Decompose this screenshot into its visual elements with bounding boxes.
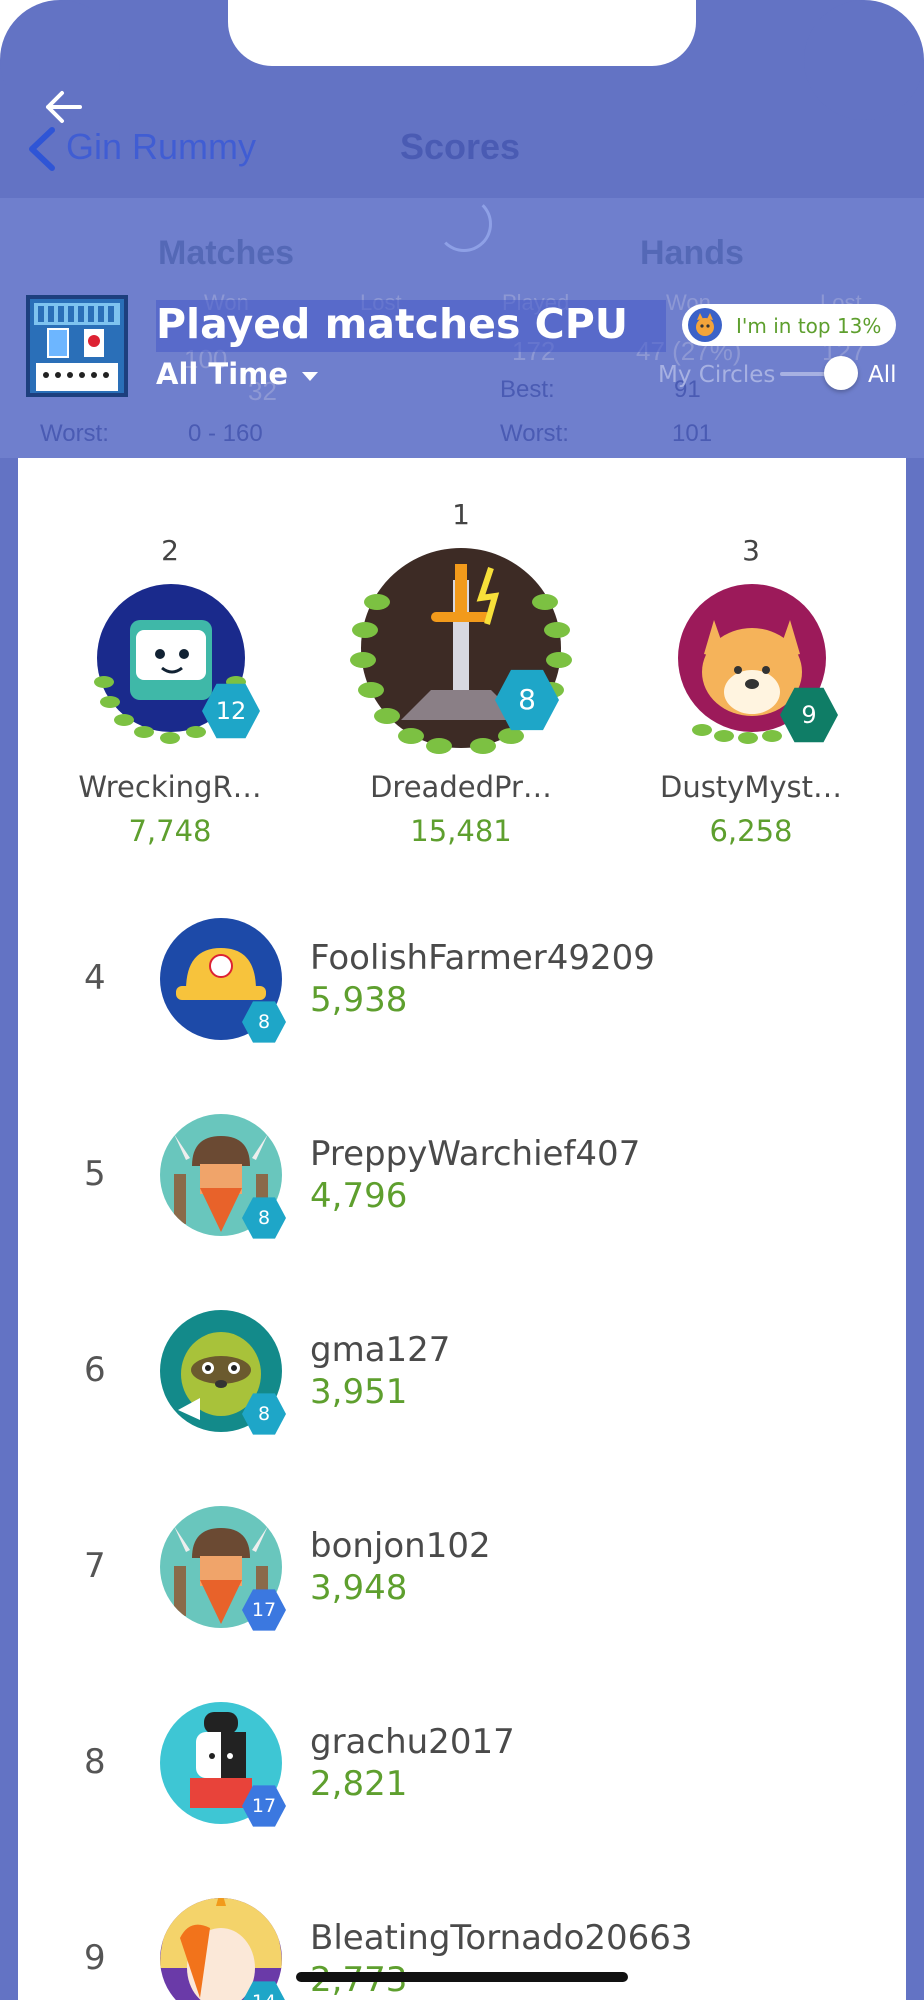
matches-heading: Matches bbox=[158, 234, 295, 272]
home-indicator[interactable] bbox=[296, 1972, 628, 1982]
hands-heading: Hands bbox=[640, 234, 744, 272]
row-rank: 7 bbox=[84, 1546, 106, 1586]
podium-name: DreadedPr… bbox=[370, 770, 552, 804]
period-label[interactable]: All Time bbox=[156, 357, 288, 391]
top-percent-badge[interactable]: I'm in top 13% bbox=[682, 304, 896, 346]
row-name: gma127 bbox=[310, 1330, 451, 1370]
row-name: bonjon102 bbox=[310, 1526, 491, 1566]
toggle-all-label[interactable]: All bbox=[868, 362, 897, 388]
podium-avatar-3[interactable]: 9 bbox=[672, 580, 852, 750]
game-thumbnail-icon bbox=[26, 295, 128, 397]
podium-rank: 2 bbox=[161, 534, 179, 567]
user-avatar-icon bbox=[688, 308, 722, 342]
list-item[interactable]: 9 14 BleatingTornado20663 2,773 bbox=[0, 1882, 924, 2000]
worst-label: Worst: bbox=[40, 420, 109, 447]
worst-matches-value: 0 - 160 bbox=[188, 420, 263, 447]
podium-avatar-1[interactable]: 8 bbox=[341, 540, 581, 760]
row-rank: 6 bbox=[84, 1350, 106, 1390]
row-name: FoolishFarmer49209 bbox=[310, 938, 655, 978]
list-item[interactable]: 6 8 gma127 3,951 bbox=[0, 1294, 924, 1474]
list-item[interactable]: 7 17 bonjon102 3,948 bbox=[0, 1490, 924, 1670]
row-rank: 8 bbox=[84, 1742, 106, 1782]
row-score: 5,938 bbox=[310, 980, 408, 1020]
list-item[interactable]: 4 8 FoolishFarmer49209 5,938 bbox=[0, 902, 924, 1082]
screen-corner-left bbox=[0, 0, 120, 120]
leaderboard-title: Played matches CPU bbox=[156, 300, 629, 348]
back-label[interactable]: Gin Rummy bbox=[66, 126, 256, 168]
row-name: grachu2017 bbox=[310, 1722, 515, 1762]
podium-name: DustyMyst… bbox=[659, 770, 842, 804]
page-title: Scores bbox=[400, 126, 521, 167]
podium-score: 6,258 bbox=[709, 814, 793, 848]
row-score: 4,796 bbox=[310, 1176, 408, 1216]
podium-rank: 3 bbox=[742, 534, 760, 567]
list-item[interactable]: 5 8 PreppyWarchief407 4,796 bbox=[0, 1098, 924, 1278]
device-notch bbox=[228, 0, 696, 66]
dropdown-caret-icon[interactable] bbox=[302, 371, 319, 381]
top-percent-text: I'm in top 13% bbox=[736, 314, 882, 338]
toggle-knob[interactable] bbox=[824, 356, 858, 390]
toggle-my-circles-label[interactable]: My Circles bbox=[658, 362, 775, 388]
best-label: Best: bbox=[500, 376, 555, 403]
podium-score: 7,748 bbox=[128, 814, 212, 848]
chevron-left-icon[interactable] bbox=[24, 124, 58, 179]
row-score: 3,948 bbox=[310, 1568, 408, 1608]
worst-hands-value: 101 bbox=[672, 420, 713, 447]
period-selector[interactable]: All Time bbox=[156, 357, 319, 391]
podium-name: WreckingR… bbox=[78, 770, 262, 804]
screen-corner-right bbox=[804, 0, 924, 120]
row-rank: 9 bbox=[84, 1938, 106, 1978]
podium-score: 15,481 bbox=[410, 814, 512, 848]
row-rank: 5 bbox=[84, 1154, 106, 1194]
list-item[interactable]: 8 17 grachu2017 2,821 bbox=[0, 1686, 924, 1866]
podium-avatar-2[interactable]: 12 bbox=[78, 580, 268, 750]
loading-spinner bbox=[436, 196, 492, 252]
row-name: BleatingTornado20663 bbox=[310, 1918, 693, 1958]
row-name: PreppyWarchief407 bbox=[310, 1134, 641, 1174]
row-rank: 4 bbox=[84, 958, 106, 998]
worst-label-hands: Worst: bbox=[500, 420, 569, 447]
row-score: 2,821 bbox=[310, 1764, 408, 1804]
row-score: 3,951 bbox=[310, 1372, 408, 1412]
podium-rank: 1 bbox=[452, 498, 470, 531]
